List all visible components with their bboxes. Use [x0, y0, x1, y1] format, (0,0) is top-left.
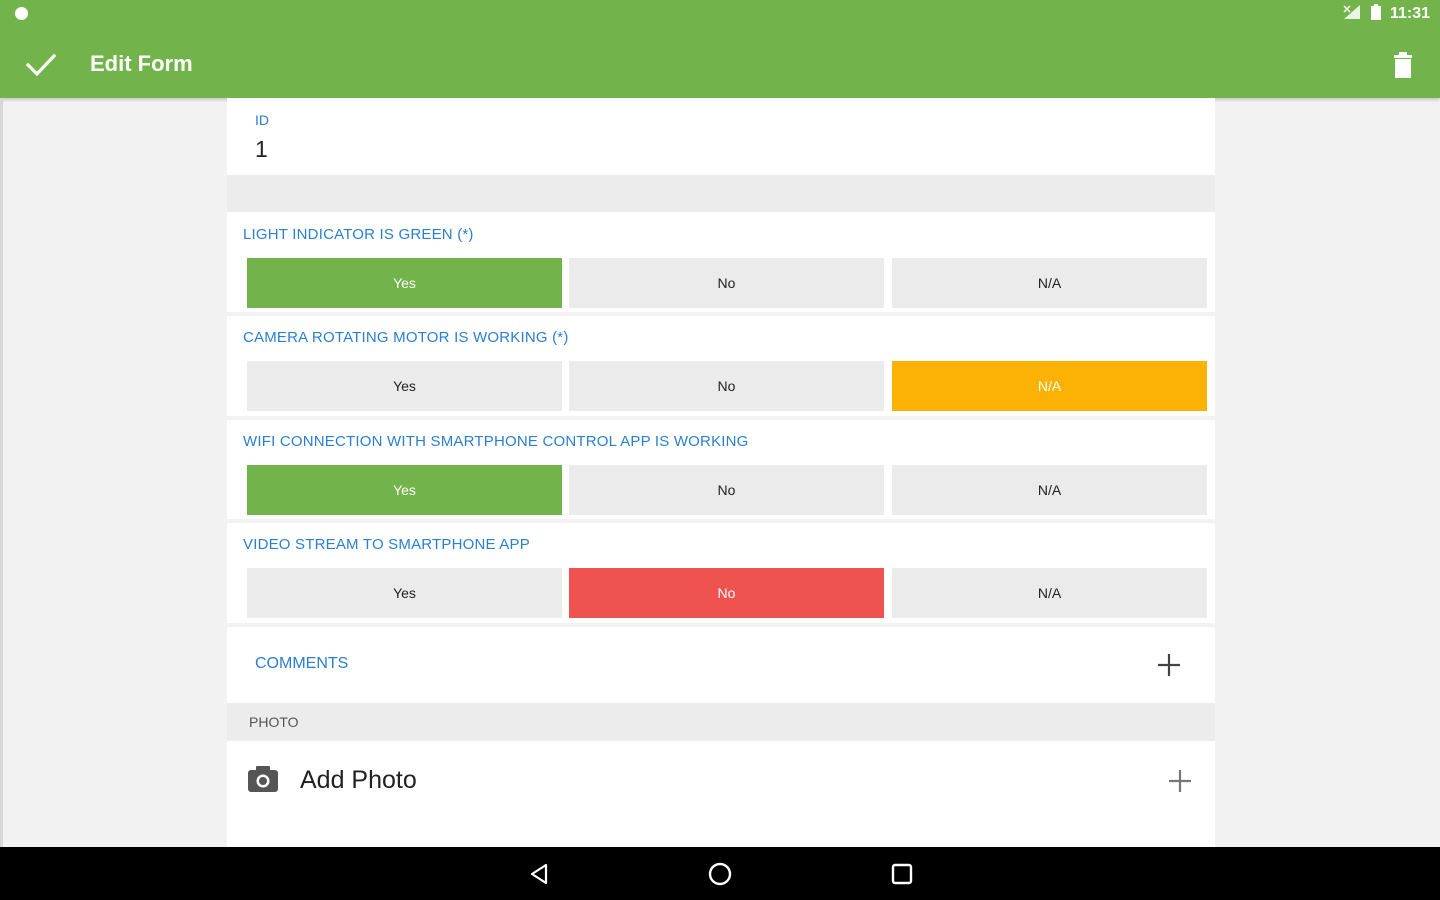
- home-icon: [708, 862, 732, 886]
- status-bar: 11:31: [1342, 3, 1430, 25]
- option-no-button[interactable]: No: [569, 258, 884, 308]
- add-photo-label: Add Photo: [300, 766, 417, 794]
- notification-icon: [15, 7, 28, 20]
- question-camera-motor: CAMERA ROTATING MOTOR IS WORKING (*) Yes…: [227, 316, 1215, 413]
- home-button[interactable]: [705, 859, 735, 889]
- signal-icon: [1342, 4, 1362, 25]
- left-edge: [0, 98, 3, 847]
- question-wifi-connection: WIFI CONNECTION WITH SMARTPHONE CONTROL …: [227, 420, 1215, 517]
- photo-section-header: PHOTO: [227, 703, 1215, 741]
- check-icon: [25, 53, 57, 77]
- recents-button[interactable]: [887, 859, 917, 889]
- add-comment-button[interactable]: [1156, 652, 1182, 678]
- photo-section-label: PHOTO: [249, 714, 299, 730]
- trash-icon: [1394, 52, 1412, 78]
- option-no-button[interactable]: No: [569, 465, 884, 515]
- form-card: ID 1 LIGHT INDICATOR IS GREEN (*) Yes No…: [227, 98, 1215, 847]
- recents-icon: [891, 863, 913, 885]
- option-na-button[interactable]: N/A: [892, 568, 1207, 618]
- option-na-button[interactable]: N/A: [892, 361, 1207, 411]
- divider: [227, 623, 1215, 627]
- question-label: CAMERA ROTATING MOTOR IS WORKING (*): [243, 329, 569, 346]
- question-light-indicator: LIGHT INDICATOR IS GREEN (*) Yes No N/A: [227, 213, 1215, 310]
- option-no-button[interactable]: No: [569, 568, 884, 618]
- plus-icon: [1158, 654, 1180, 676]
- comments-row[interactable]: COMMENTS: [227, 628, 1215, 702]
- option-yes-button[interactable]: Yes: [247, 568, 562, 618]
- add-photo-button[interactable]: [1167, 768, 1193, 794]
- add-photo-row[interactable]: Add Photo: [227, 746, 1215, 818]
- battery-icon: [1370, 3, 1382, 26]
- option-na-button[interactable]: N/A: [892, 258, 1207, 308]
- id-label: ID: [255, 112, 269, 128]
- question-label: LIGHT INDICATOR IS GREEN (*): [243, 226, 474, 243]
- option-yes-button[interactable]: Yes: [247, 258, 562, 308]
- status-time: 11:31: [1389, 5, 1430, 22]
- app-bar: 11:31 Edit Form: [0, 0, 1440, 98]
- navigation-bar: [0, 847, 1440, 900]
- option-no-button[interactable]: No: [569, 361, 884, 411]
- option-na-button[interactable]: N/A: [892, 465, 1207, 515]
- save-button[interactable]: [22, 48, 60, 82]
- comments-label: COMMENTS: [255, 655, 349, 672]
- camera-icon: [248, 766, 278, 792]
- question-label: WIFI CONNECTION WITH SMARTPHONE CONTROL …: [243, 433, 749, 450]
- page-title: Edit Form: [90, 51, 193, 76]
- option-yes-button[interactable]: Yes: [247, 361, 562, 411]
- section-separator: [227, 175, 1215, 212]
- plus-icon: [1169, 770, 1191, 792]
- question-video-stream: VIDEO STREAM TO SMARTPHONE APP Yes No N/…: [227, 523, 1215, 620]
- back-button[interactable]: [524, 859, 554, 889]
- back-icon: [530, 863, 548, 885]
- delete-button[interactable]: [1386, 48, 1420, 82]
- id-value: 1: [255, 136, 268, 162]
- question-label: VIDEO STREAM TO SMARTPHONE APP: [243, 536, 530, 553]
- option-yes-button[interactable]: Yes: [247, 465, 562, 515]
